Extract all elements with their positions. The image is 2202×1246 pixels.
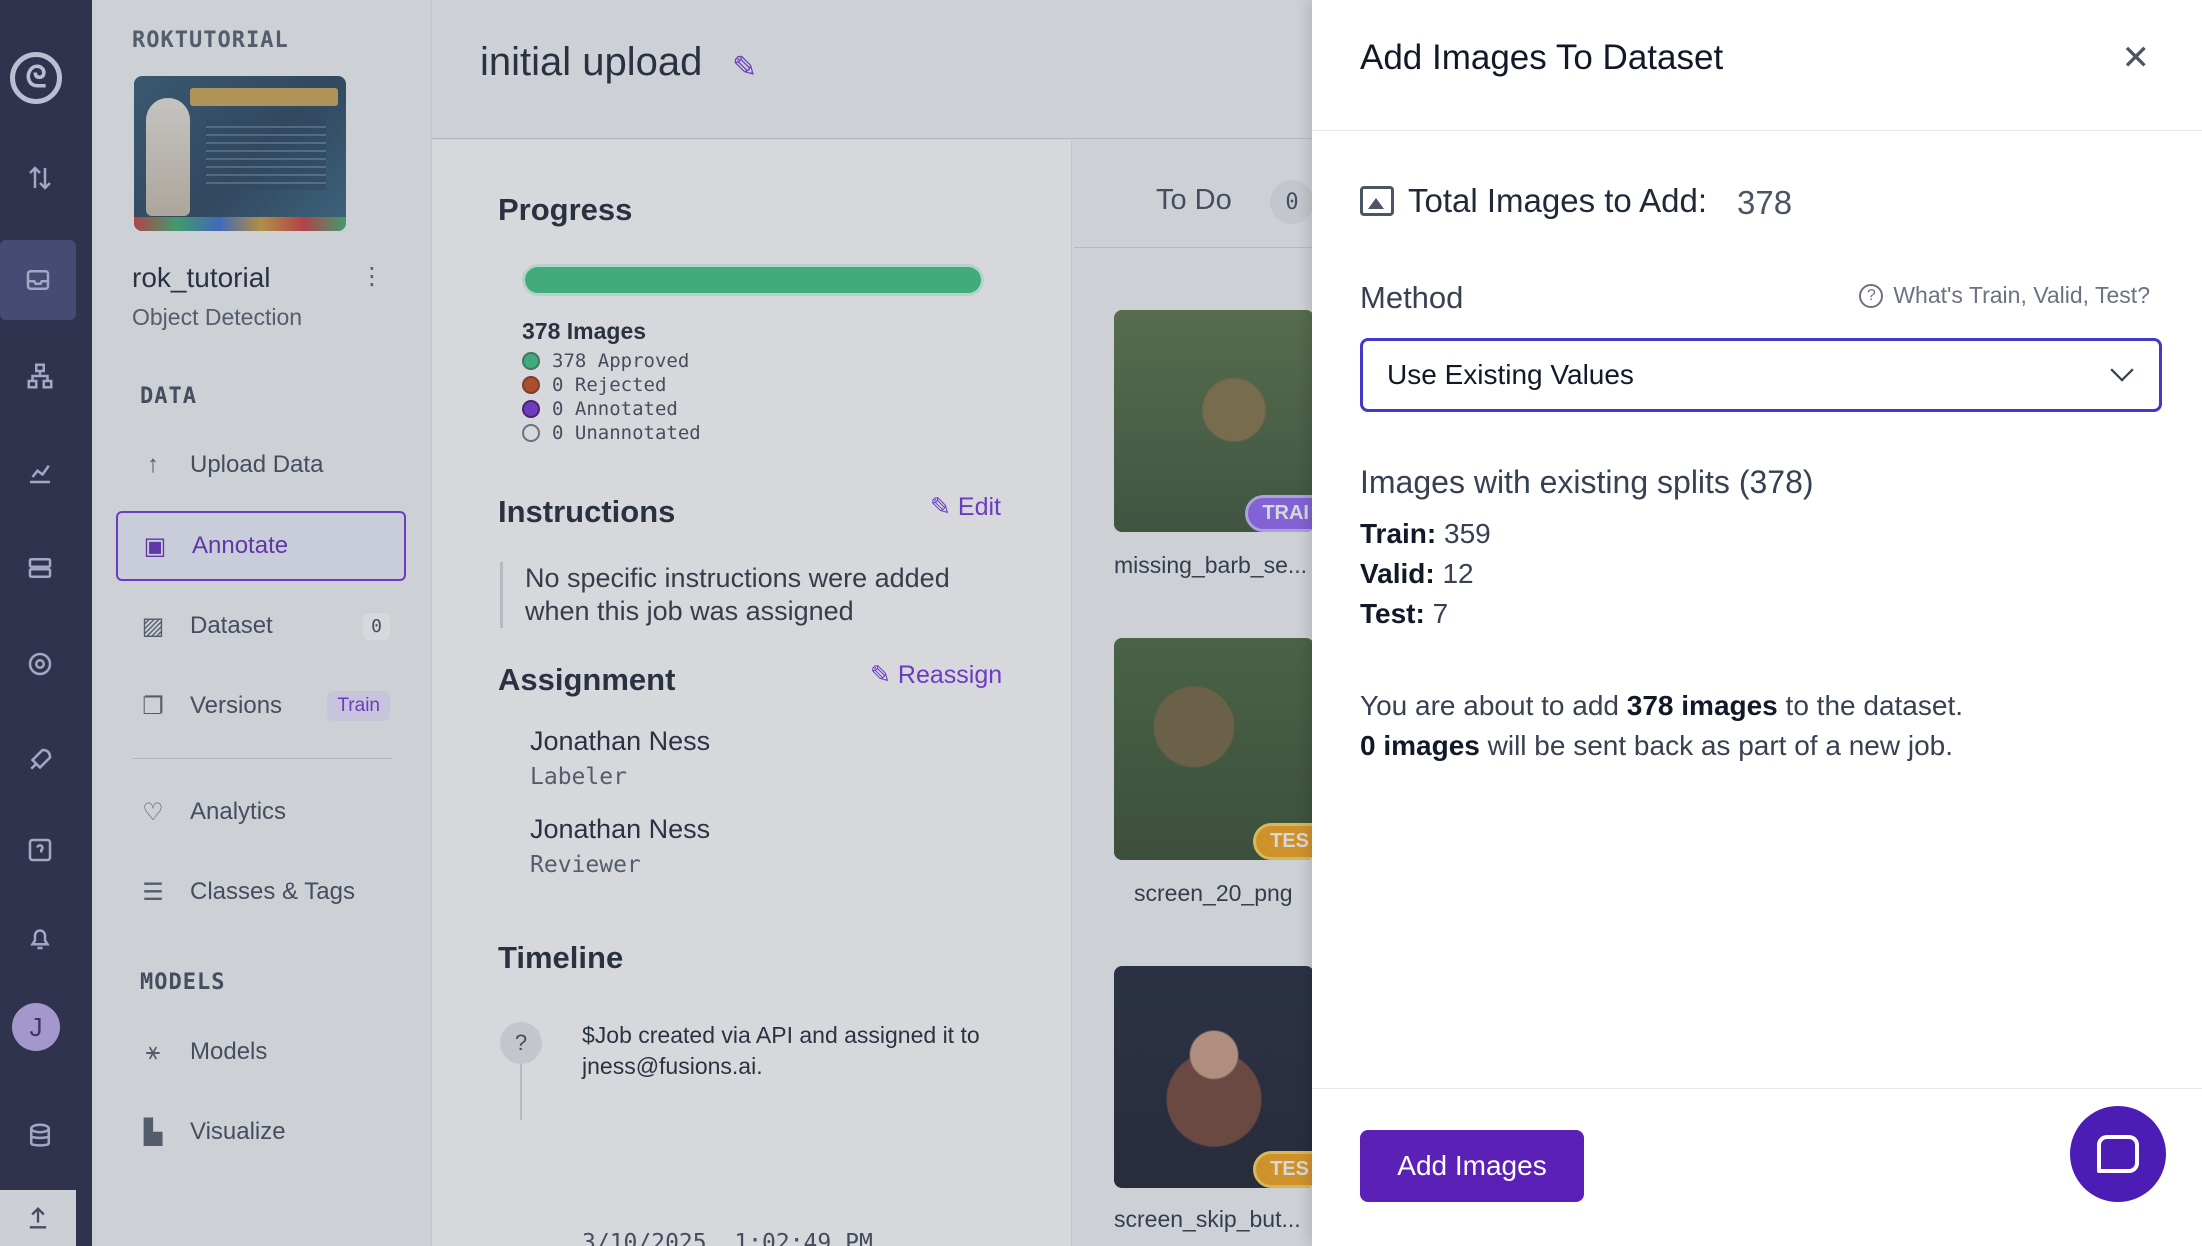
drawer-footer-divider: [1312, 1088, 2202, 1089]
drawer-title: Add Images To Dataset: [1360, 38, 1724, 77]
existing-splits-title: Images with existing splits (378): [1360, 464, 1814, 500]
add-images-button[interactable]: Add Images: [1360, 1130, 1584, 1202]
chevron-down-icon: [2110, 358, 2134, 382]
split-valid-row: Valid: 12: [1360, 558, 1474, 589]
method-select[interactable]: Use Existing Values: [1360, 338, 2162, 412]
total-images-label: Total Images to Add:: [1408, 182, 1708, 219]
close-icon[interactable]: ✕: [2122, 38, 2151, 78]
train-valid-test-help-link[interactable]: ? What's Train, Valid, Test?: [1859, 282, 2150, 309]
method-label: Method: [1360, 280, 1464, 315]
method-select-value: Use Existing Values: [1387, 359, 1634, 390]
drawer-header-divider: [1312, 130, 2202, 131]
chat-bubble-icon: [2097, 1135, 2139, 1173]
add-images-drawer: Add Images To Dataset ✕ Total Images to …: [1312, 0, 2202, 1246]
split-train-row: Train: 359: [1360, 518, 1491, 549]
modal-backdrop[interactable]: [0, 0, 1312, 1246]
add-summary-text: You are about to add 378 images to the d…: [1360, 690, 1964, 761]
question-circle-icon: ?: [1859, 283, 1884, 308]
total-images-value: 378: [1737, 184, 1793, 221]
image-icon: [1360, 186, 1394, 216]
split-test-row: Test: 7: [1360, 598, 1449, 629]
chat-support-button[interactable]: [2070, 1106, 2166, 1202]
